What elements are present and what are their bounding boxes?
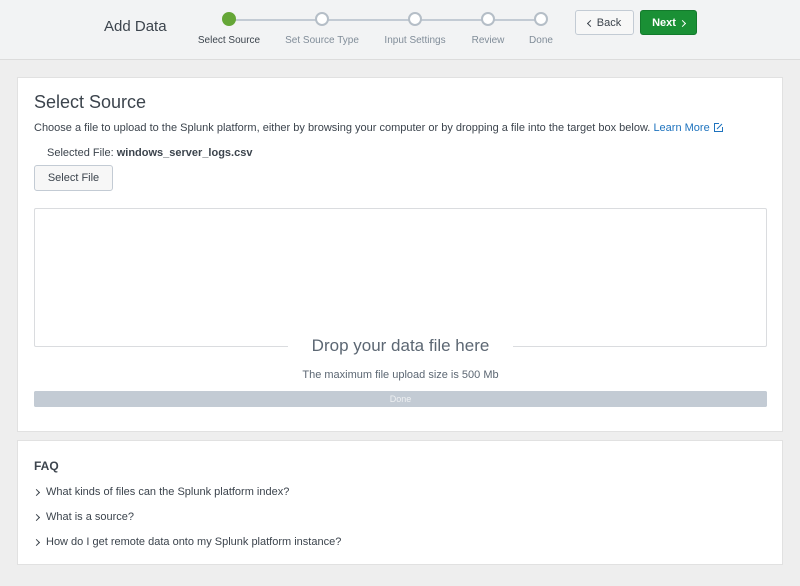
- selected-file: Selected File: windows_server_logs.csv: [47, 147, 252, 159]
- chevron-right-icon: [32, 538, 41, 546]
- step-indicator: [222, 12, 236, 26]
- back-button-label: Back: [596, 16, 622, 29]
- step-label: Done: [529, 35, 553, 46]
- select-file-button[interactable]: Select File: [34, 165, 113, 191]
- faq-item[interactable]: How do I get remote data onto my Splunk …: [32, 536, 342, 548]
- step-indicator: [534, 12, 548, 26]
- back-button[interactable]: Back: [575, 10, 634, 35]
- faq-item-label: How do I get remote data onto my Splunk …: [46, 536, 342, 548]
- faq-title: FAQ: [34, 459, 59, 473]
- upload-progress-label: Done: [389, 394, 412, 404]
- selected-file-name: windows_server_logs.csv: [116, 147, 253, 159]
- file-drop-zone[interactable]: [34, 208, 767, 347]
- faq-item-label: What kinds of files can the Splunk platf…: [46, 486, 290, 498]
- faq-item-label: What is a source?: [46, 511, 135, 523]
- chevron-right-icon: [678, 19, 686, 27]
- select-source-panel: Select Source Choose a file to upload to…: [17, 77, 783, 432]
- external-link-icon: [713, 122, 724, 132]
- step-indicator: [315, 12, 329, 26]
- drop-zone-text: Drop your data file here: [288, 336, 513, 356]
- faq-item[interactable]: What kinds of files can the Splunk platf…: [32, 486, 290, 498]
- next-button[interactable]: Next: [640, 10, 697, 35]
- next-button-label: Next: [652, 16, 676, 29]
- section-heading: Select Source: [34, 92, 147, 112]
- chevron-left-icon: [586, 19, 594, 27]
- step-indicator: [481, 12, 495, 26]
- description-text: Choose a file to upload to the Splunk pl…: [34, 122, 724, 134]
- upload-progress-bar: Done: [34, 391, 767, 407]
- faq-item[interactable]: What is a source?: [32, 511, 135, 523]
- max-upload-size-text: The maximum file upload size is 500 Mb: [302, 369, 499, 381]
- faq-panel: FAQ What kinds of files can the Splunk p…: [17, 440, 783, 565]
- wizard-header: Add Data Select Source Set Source Type I…: [0, 0, 800, 60]
- chevron-right-icon: [32, 513, 41, 521]
- description: Choose a file to upload to the Splunk pl…: [34, 122, 651, 134]
- learn-more-link[interactable]: Learn More: [653, 122, 724, 134]
- step-indicator: [408, 12, 422, 26]
- learn-more-label: Learn More: [653, 122, 710, 134]
- selected-file-label: Selected File:: [47, 147, 114, 159]
- chevron-right-icon: [32, 488, 41, 496]
